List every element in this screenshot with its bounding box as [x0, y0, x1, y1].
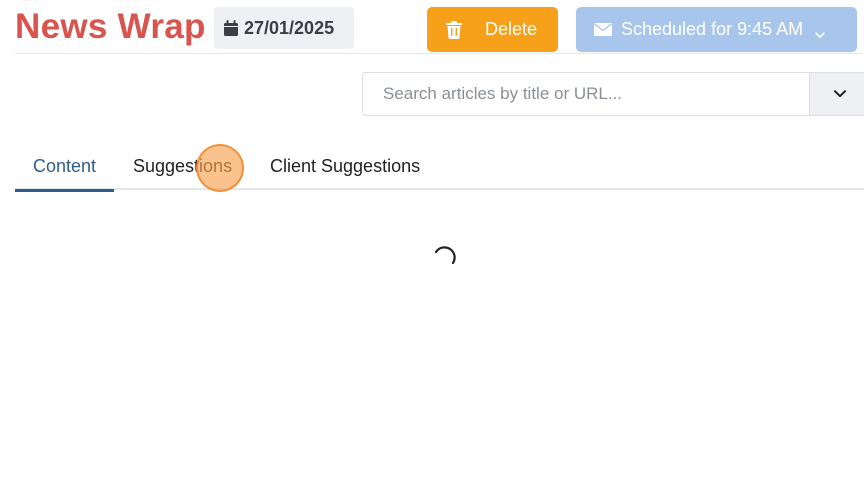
- calendar-icon: [224, 20, 238, 36]
- tab-client-suggestions[interactable]: Client Suggestions: [270, 142, 420, 190]
- delete-button[interactable]: Delete: [427, 7, 558, 52]
- spinner-icon: [431, 246, 457, 272]
- header-divider: [15, 53, 864, 54]
- tab-bar: Content Suggestions Client Suggestions: [15, 142, 864, 192]
- trash-icon: [446, 20, 462, 39]
- tab-suggestions[interactable]: Suggestions: [133, 142, 232, 190]
- chevron-down-icon: [834, 90, 846, 98]
- search-bar: [362, 72, 864, 116]
- schedule-button-label: Scheduled for 9:45 AM: [621, 19, 804, 39]
- search-dropdown-button[interactable]: [809, 73, 864, 115]
- page: News Wrap 27/01/2025 Delete Scheduled fo…: [0, 0, 864, 482]
- app-title: News Wrap: [15, 7, 206, 46]
- delete-button-label: Delete: [485, 19, 538, 39]
- schedule-button[interactable]: Scheduled for 9:45 AM: [576, 7, 857, 52]
- envelope-icon: [594, 23, 612, 36]
- tab-content[interactable]: Content: [15, 142, 115, 192]
- date-value: 27/01/2025: [244, 17, 335, 38]
- search-input[interactable]: [363, 73, 809, 115]
- chevron-down-icon: [815, 26, 825, 38]
- date-chip[interactable]: 27/01/2025: [214, 7, 354, 49]
